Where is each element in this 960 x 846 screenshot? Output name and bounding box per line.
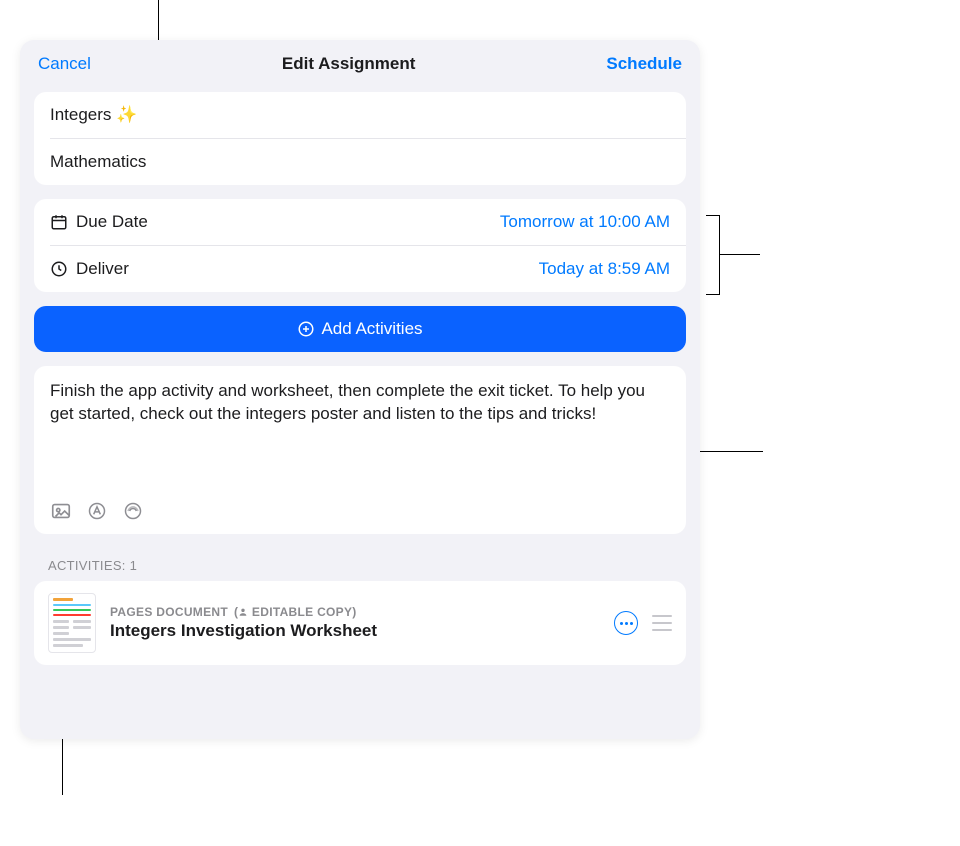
- edit-assignment-panel: Cancel Edit Assignment Schedule Integers…: [20, 40, 700, 739]
- calendar-icon: [50, 213, 68, 231]
- drag-handle-icon[interactable]: [652, 615, 672, 631]
- assignment-title-input[interactable]: Integers ✨: [34, 92, 686, 138]
- activity-item[interactable]: PAGES DOCUMENT ( EDITABLE COPY) Integers…: [34, 581, 686, 665]
- due-date-row[interactable]: Due Date Tomorrow at 10:00 AM: [34, 199, 686, 245]
- clock-icon: [50, 260, 68, 278]
- instructions-toolbar: [50, 500, 670, 522]
- deliver-value[interactable]: Today at 8:59 AM: [539, 259, 670, 279]
- callout-line-right: [720, 254, 760, 255]
- activities-section-header: ACTIVITIES: 1: [48, 558, 672, 573]
- activity-meta: PAGES DOCUMENT ( EDITABLE COPY): [110, 605, 600, 619]
- audio-icon[interactable]: [122, 500, 144, 522]
- page-title: Edit Assignment: [282, 54, 416, 74]
- add-activities-label: Add Activities: [321, 319, 422, 339]
- due-date-label: Due Date: [76, 212, 148, 232]
- activity-thumbnail: [48, 593, 96, 653]
- assignment-class-input[interactable]: Mathematics: [34, 139, 686, 185]
- callout-bracket-right: [706, 215, 720, 295]
- cancel-button[interactable]: Cancel: [38, 54, 91, 74]
- activity-actions: [614, 611, 672, 635]
- nav-bar: Cancel Edit Assignment Schedule: [20, 40, 700, 88]
- markup-icon[interactable]: [86, 500, 108, 522]
- schedule-card: Due Date Tomorrow at 10:00 AM Deliver To…: [34, 199, 686, 292]
- instructions-card: Finish the app activity and worksheet, t…: [34, 366, 686, 534]
- activity-title: Integers Investigation Worksheet: [110, 621, 600, 641]
- deliver-label: Deliver: [76, 259, 129, 279]
- schedule-button[interactable]: Schedule: [606, 54, 682, 74]
- activity-type: PAGES DOCUMENT: [110, 605, 228, 619]
- ellipsis-icon: [620, 622, 633, 625]
- deliver-row[interactable]: Deliver Today at 8:59 AM: [34, 246, 686, 292]
- photo-icon[interactable]: [50, 500, 72, 522]
- plus-circle-icon: [297, 320, 315, 338]
- activity-text-block: PAGES DOCUMENT ( EDITABLE COPY) Integers…: [110, 605, 600, 641]
- due-date-value[interactable]: Tomorrow at 10:00 AM: [500, 212, 670, 232]
- add-activities-button[interactable]: Add Activities: [34, 306, 686, 352]
- instructions-textarea[interactable]: Finish the app activity and worksheet, t…: [50, 380, 670, 426]
- activity-badge: ( EDITABLE COPY): [234, 605, 357, 619]
- more-button[interactable]: [614, 611, 638, 635]
- title-card: Integers ✨ Mathematics: [34, 92, 686, 185]
